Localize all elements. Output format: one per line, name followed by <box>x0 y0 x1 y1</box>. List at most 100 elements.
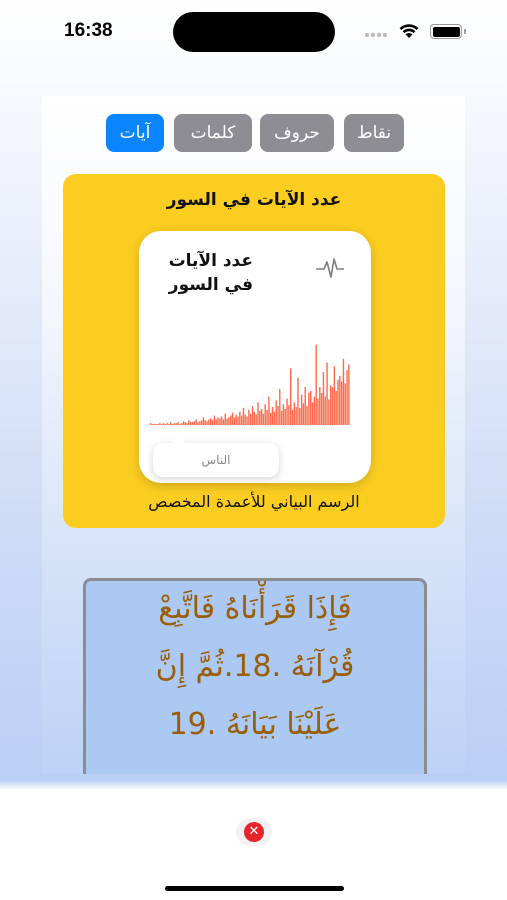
tab-letters[interactable]: حروف <box>260 114 334 152</box>
chart-bar <box>297 377 299 425</box>
chart-bar <box>306 406 308 425</box>
widget-title-line2: في السور <box>168 275 253 295</box>
chart-bar <box>195 419 197 425</box>
chart-bar <box>211 420 214 425</box>
chart-bar <box>220 416 223 425</box>
chart-bar <box>202 417 205 425</box>
chart-bar <box>282 404 285 425</box>
chart-bar <box>175 423 177 425</box>
close-icon: ✕ <box>244 822 264 842</box>
chart-bar <box>204 420 206 425</box>
verse-line-3: عَلَيْنَا بَيَانَهُ .19 <box>168 707 342 742</box>
chart-card-title: عدد الآيات في السور <box>166 190 342 210</box>
chart-bar <box>215 419 217 425</box>
chart-bar <box>330 385 332 425</box>
chart-bar <box>210 418 212 425</box>
chart-bar <box>315 344 317 425</box>
chart-bar <box>340 381 343 425</box>
battery-icon <box>430 24 466 39</box>
chart-bar <box>217 417 219 425</box>
bar-chart <box>150 344 350 425</box>
chart-bar <box>159 423 161 425</box>
widget-title-line1: عدد الآيات <box>168 251 253 271</box>
chart-bar <box>155 424 157 425</box>
chart-bar <box>300 394 303 425</box>
chart-bar <box>348 364 350 425</box>
status-bar: 16:38 <box>0 0 507 60</box>
chart-bar <box>248 409 250 425</box>
chart-bar <box>295 407 297 425</box>
chart-bar <box>333 366 336 425</box>
content-panel: نقاط حروف كلمات آيات عدد الآيات في السور… <box>42 96 465 774</box>
chart-bar <box>199 421 201 425</box>
chart-bar <box>277 406 279 425</box>
chart-bar <box>293 402 296 425</box>
chart-card[interactable]: عدد الآيات في السور عدد الآيات في السور … <box>63 174 445 528</box>
chart-bar <box>153 424 156 425</box>
tab-words[interactable]: كلمات <box>174 114 252 152</box>
chart-bar <box>170 422 172 425</box>
chart-bar <box>251 406 254 425</box>
chart-bar <box>231 412 234 425</box>
close-button[interactable]: ✕ <box>236 818 272 846</box>
chart-bar <box>302 403 305 425</box>
tab-verses[interactable]: آيات <box>106 114 164 152</box>
chart-bar <box>311 402 314 425</box>
chart-bar <box>250 413 252 425</box>
waveform-icon <box>316 258 344 278</box>
chart-bar <box>213 415 216 425</box>
chart-bar <box>235 414 237 425</box>
tab-points[interactable]: نقاط <box>344 114 404 152</box>
chart-bar <box>291 409 294 425</box>
chart-bar <box>257 402 259 425</box>
chart-bar <box>304 387 306 425</box>
chart-bar <box>166 423 168 425</box>
tooltip-label: الناس <box>201 453 231 467</box>
chart-bar <box>346 370 348 425</box>
chart-bar <box>255 414 257 425</box>
chart-bar <box>280 410 283 425</box>
chart-bar <box>328 399 330 425</box>
chart-bar <box>337 379 339 425</box>
chart-bar <box>173 423 176 425</box>
widget-title: عدد الآيات في السور <box>153 249 253 297</box>
chart-bar <box>260 408 263 425</box>
chart-bar <box>206 421 208 425</box>
chart-bar <box>244 414 246 425</box>
chart-bar <box>253 411 256 425</box>
chart-widget[interactable]: عدد الآيات في السور الناس <box>139 231 371 483</box>
verse-box: فَإِذَا قَرَأْنَاهُ فَاتَّبِعْ قُرْآنَهُ… <box>83 578 427 774</box>
chart-bar <box>208 419 210 425</box>
chart-bar <box>284 408 286 425</box>
chart-bar <box>335 390 337 425</box>
chart-bar <box>160 424 163 425</box>
chart-bar <box>308 392 310 425</box>
chart-bar <box>271 407 274 425</box>
chart-tooltip: الناس <box>153 436 279 477</box>
chart-bar <box>197 422 199 425</box>
chart-bar <box>240 415 243 425</box>
chart-bar <box>290 368 292 425</box>
chart-bar <box>186 423 188 425</box>
chart-bar <box>320 392 323 425</box>
chart-bar <box>191 422 194 425</box>
status-time: 16:38 <box>64 20 113 41</box>
chart-bar <box>226 418 228 425</box>
verse-line-1: فَإِذَا قَرَأْنَاهُ فَاتَّبِعْ <box>158 591 352 626</box>
signal-dots-icon <box>365 33 389 37</box>
bottom-bar: ✕ <box>0 790 507 900</box>
chart-bar <box>326 362 328 425</box>
chart-bar <box>193 421 196 425</box>
chart-bar <box>239 411 241 425</box>
chart-bar <box>182 421 185 425</box>
chart-bar <box>246 416 248 425</box>
chart-bar <box>168 424 170 425</box>
chart-bar <box>339 375 341 425</box>
chart-bar <box>268 396 270 425</box>
chart-bar <box>270 412 272 425</box>
chart-bar <box>322 372 325 425</box>
chart-bar <box>224 413 226 425</box>
chart-bar <box>184 422 186 425</box>
chart-bar <box>219 418 221 425</box>
chart-bar <box>222 419 225 425</box>
